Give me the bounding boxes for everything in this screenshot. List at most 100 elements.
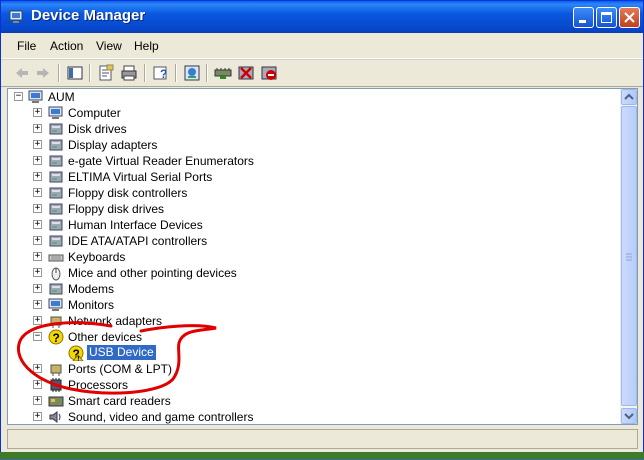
expand-toggle[interactable]: + xyxy=(33,364,42,373)
tree-category-sound-video-and-game-controllers[interactable]: + Sound, video and game controllers xyxy=(8,409,608,424)
tree-category-processors[interactable]: + Processors xyxy=(8,377,608,393)
plus-icon: + xyxy=(34,203,41,213)
scroll-down-button[interactable] xyxy=(621,408,637,424)
scroll-grip-icon xyxy=(626,253,632,261)
scroll-up-button[interactable] xyxy=(621,89,637,105)
expand-toggle[interactable]: + xyxy=(33,396,42,405)
update-driver-icon[interactable] xyxy=(214,64,232,82)
expand-toggle[interactable]: + xyxy=(33,316,42,325)
category-label: Human Interface Devices xyxy=(68,218,203,232)
modem-icon xyxy=(49,283,63,295)
forward-icon[interactable] xyxy=(34,64,52,82)
display-adapter-icon xyxy=(49,139,63,151)
maximize-button[interactable] xyxy=(596,7,617,28)
menu-view[interactable]: View xyxy=(96,39,122,53)
plus-icon: + xyxy=(34,187,41,197)
expand-toggle[interactable]: + xyxy=(33,380,42,389)
vertical-scrollbar[interactable] xyxy=(620,89,637,424)
menu-bar: File Action View Help xyxy=(1,34,643,59)
minus-icon: − xyxy=(15,91,22,101)
tree-category-modems[interactable]: + Modems xyxy=(8,281,608,297)
toolbar-separator xyxy=(206,64,208,82)
tree-category-floppy-disk-drives[interactable]: + Floppy disk drives xyxy=(8,201,608,217)
tree-category-other-devices[interactable]: −? Other devices xyxy=(8,329,608,345)
sound-icon xyxy=(49,411,61,423)
plus-icon: + xyxy=(34,123,41,133)
collapse-toggle[interactable]: − xyxy=(14,92,23,101)
tree-category-ports-com-lpt[interactable]: + Ports (COM & LPT) xyxy=(8,361,608,377)
expand-toggle[interactable]: + xyxy=(33,188,42,197)
tree-category-keyboards[interactable]: + Keyboards xyxy=(8,249,608,265)
plus-icon: + xyxy=(34,283,41,293)
expand-toggle[interactable]: + xyxy=(33,252,42,261)
minus-icon: − xyxy=(34,331,41,341)
category-label: Computer xyxy=(68,106,121,120)
tree-category-disk-drives[interactable]: + Disk drives xyxy=(8,121,608,137)
network-adapter-icon xyxy=(50,316,62,328)
svg-text:?: ? xyxy=(160,67,167,81)
properties-icon[interactable] xyxy=(97,64,115,82)
menu-action[interactable]: Action xyxy=(50,39,83,53)
category-label: Floppy disk controllers xyxy=(68,186,188,200)
tree-category-monitors[interactable]: + Monitors xyxy=(8,297,608,313)
scroll-up-icon xyxy=(624,93,634,100)
warning-device-icon: ?! xyxy=(68,345,84,361)
minimize-button[interactable] xyxy=(573,7,594,28)
tree-category-computer[interactable]: + Computer xyxy=(8,105,608,121)
print-icon[interactable] xyxy=(120,64,138,82)
category-label: ELTIMA Virtual Serial Ports xyxy=(68,170,213,184)
show-hide-tree-icon[interactable] xyxy=(66,64,84,82)
expand-toggle[interactable]: + xyxy=(33,172,42,181)
scroll-thumb[interactable] xyxy=(621,106,637,406)
tree-category-display-adapters[interactable]: + Display adapters xyxy=(8,137,608,153)
tree-root-label: AUM xyxy=(48,90,75,104)
close-button[interactable] xyxy=(619,7,640,28)
expand-toggle[interactable]: + xyxy=(33,124,42,133)
port-icon xyxy=(50,364,62,376)
expand-toggle[interactable]: + xyxy=(33,412,42,421)
expand-toggle[interactable]: + xyxy=(33,140,42,149)
hid-icon xyxy=(49,219,63,231)
tree-category-e-gate-virtual-reader-enumerators[interactable]: + e-gate Virtual Reader Enumerators xyxy=(8,153,608,169)
plus-icon: + xyxy=(34,107,41,117)
category-label: Modems xyxy=(68,282,115,296)
tree-device-usb-device[interactable]: ?! USB Device xyxy=(8,345,608,361)
menu-help[interactable]: Help xyxy=(134,39,159,53)
tree-category-human-interface-devices[interactable]: + Human Interface Devices xyxy=(8,217,608,233)
collapse-toggle[interactable]: − xyxy=(33,332,42,341)
plus-icon: + xyxy=(34,267,41,277)
toolbar-separator xyxy=(175,64,177,82)
tree-category-eltima-virtual-serial-ports[interactable]: + ELTIMA Virtual Serial Ports xyxy=(8,169,608,185)
uninstall-icon[interactable] xyxy=(237,64,255,82)
minimize-icon xyxy=(579,20,586,23)
category-label: Network adapters xyxy=(68,314,163,328)
tree-root[interactable]: − AUM xyxy=(8,89,608,105)
svg-text:?: ? xyxy=(53,331,60,345)
tree-category-mice-and-other-pointing-devices[interactable]: + Mice and other pointing devices xyxy=(8,265,608,281)
menu-file[interactable]: File xyxy=(17,39,36,53)
expand-toggle[interactable]: + xyxy=(33,204,42,213)
category-label: Processors xyxy=(68,378,129,392)
tree-category-floppy-disk-controllers[interactable]: + Floppy disk controllers xyxy=(8,185,608,201)
expand-toggle[interactable]: + xyxy=(33,220,42,229)
floppy-controller-icon xyxy=(49,187,63,199)
expand-toggle[interactable]: + xyxy=(33,284,42,293)
help-icon[interactable]: ? xyxy=(152,64,170,82)
expand-toggle[interactable]: + xyxy=(33,108,42,117)
back-icon[interactable] xyxy=(13,64,31,82)
device-tree[interactable]: − AUM + Computer + Disk drives + Display adapte… xyxy=(7,88,638,425)
scan-hardware-icon[interactable] xyxy=(183,64,201,82)
expand-toggle[interactable]: + xyxy=(33,156,42,165)
title-bar[interactable]: Device Manager xyxy=(1,1,643,33)
tree-category-ide-ata-atapi-controllers[interactable]: + IDE ATA/ATAPI controllers xyxy=(8,233,608,249)
expand-toggle[interactable]: + xyxy=(33,236,42,245)
tree-category-network-adapters[interactable]: + Network adapters xyxy=(8,313,608,329)
category-label: e-gate Virtual Reader Enumerators xyxy=(68,154,254,168)
plus-icon: + xyxy=(34,395,41,405)
device-manager-icon xyxy=(9,10,23,23)
expand-toggle[interactable]: + xyxy=(33,268,42,277)
category-label: Floppy disk drives xyxy=(68,202,165,216)
tree-category-smart-card-readers[interactable]: + Smart card readers xyxy=(8,393,608,409)
disable-icon[interactable] xyxy=(260,64,278,82)
expand-toggle[interactable]: + xyxy=(33,300,42,309)
